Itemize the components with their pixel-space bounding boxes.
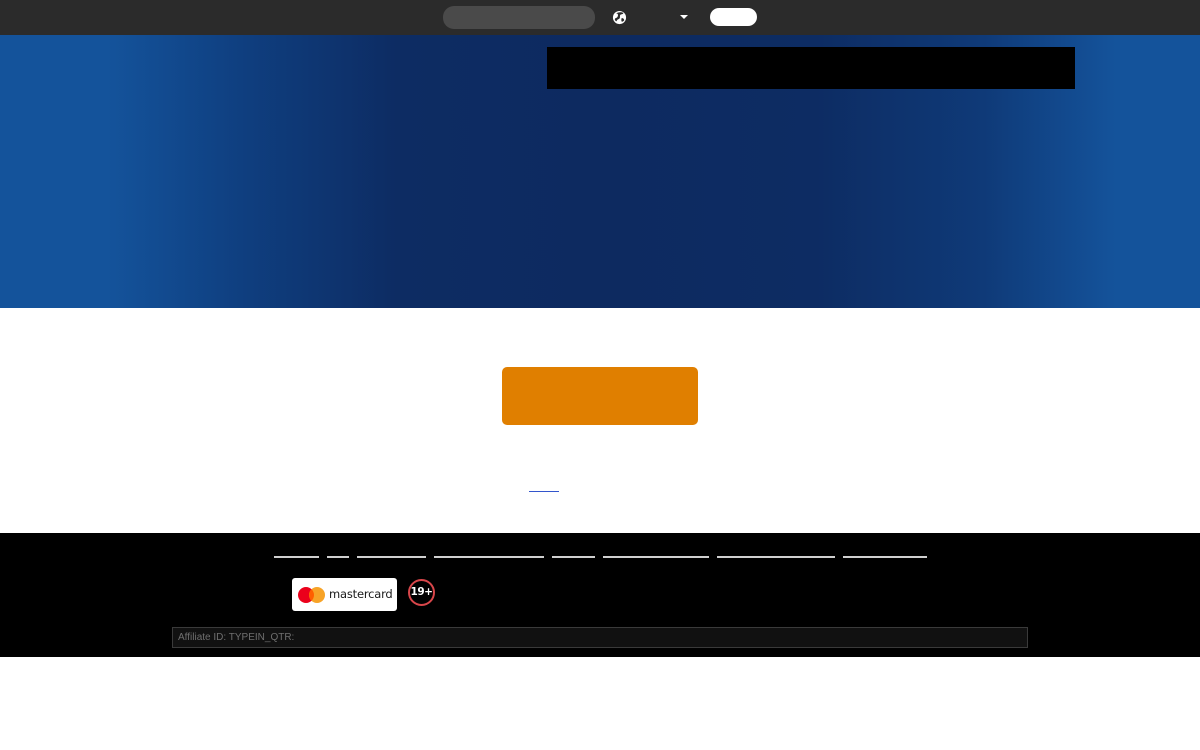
search-input[interactable]: [443, 6, 595, 29]
globe-icon[interactable]: [612, 10, 627, 25]
age-restriction-badge: 19+: [408, 579, 435, 606]
chevron-down-icon[interactable]: [680, 15, 688, 19]
account-button[interactable]: [710, 8, 757, 26]
top-bar: [0, 0, 1200, 35]
mastercard-badge: mastercard: [292, 578, 397, 611]
mastercard-logo-icon: [298, 587, 325, 603]
footer-link[interactable]: [603, 556, 709, 558]
footer-links: [0, 556, 1200, 559]
footer-link[interactable]: [717, 556, 835, 558]
hero-banner: [547, 47, 1075, 89]
hero-section: [0, 35, 1200, 308]
affiliate-id-field: Affiliate ID: TYPEIN_QTR:: [172, 627, 1028, 648]
footer-link[interactable]: [552, 556, 595, 558]
mastercard-label: mastercard: [329, 587, 393, 601]
footer-link[interactable]: [357, 556, 426, 558]
footer-link[interactable]: [843, 556, 927, 558]
footer-link[interactable]: [434, 556, 544, 558]
content-link[interactable]: [529, 480, 559, 492]
footer: mastercard 19+ Affiliate ID: TYPEIN_QTR:: [0, 533, 1200, 657]
footer-link[interactable]: [327, 556, 349, 558]
footer-link[interactable]: [274, 556, 319, 558]
cta-button[interactable]: [502, 367, 698, 425]
